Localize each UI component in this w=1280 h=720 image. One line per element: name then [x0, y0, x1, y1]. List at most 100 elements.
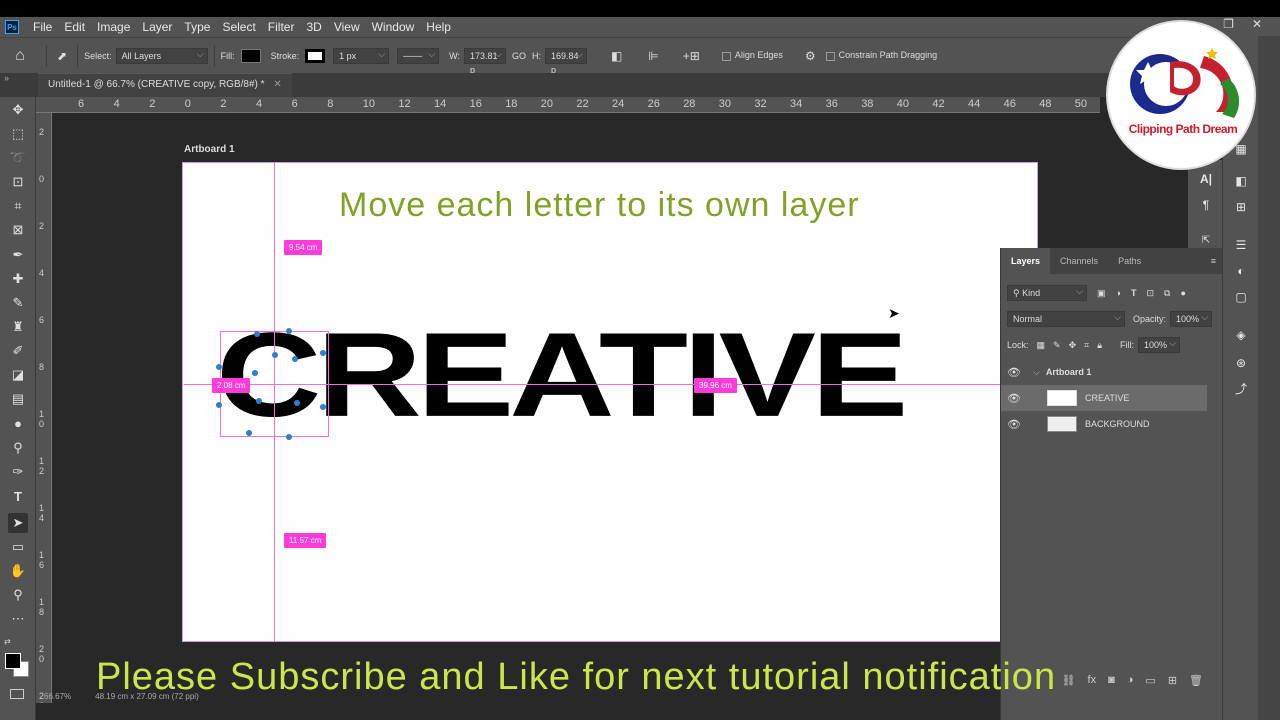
select-dropdown[interactable]: All Layers	[115, 47, 208, 64]
dodge-tool-icon[interactable]: ⚲	[8, 438, 28, 458]
anchor-point[interactable]	[294, 400, 300, 406]
lock-transparent-icon[interactable]: ▦	[1037, 340, 1046, 351]
visibility-eye-icon[interactable]: 👁︎	[1001, 366, 1027, 379]
gradient-tool-icon[interactable]: ▤	[8, 389, 28, 409]
fx-icon[interactable]: fx	[1088, 674, 1097, 686]
anchor-point[interactable]	[252, 370, 258, 376]
eyedropper-tool-icon[interactable]: ✒	[8, 245, 28, 265]
history-brush-tool-icon[interactable]: ✐	[8, 341, 28, 361]
anchor-point[interactable]	[216, 364, 222, 370]
anchor-point[interactable]	[216, 402, 222, 408]
layers-icon[interactable]: ◈	[1232, 326, 1250, 344]
gradients-icon[interactable]: ◧	[1232, 172, 1250, 190]
lock-artboard-icon[interactable]: ⌗	[1084, 340, 1089, 351]
trash-icon[interactable]: 🗑︎	[1189, 674, 1203, 687]
collapse-icon[interactable]: »	[4, 73, 9, 83]
hand-tool-icon[interactable]: ✋	[8, 561, 28, 581]
menu-window[interactable]: Window	[366, 20, 421, 34]
smart-object-filter-icon[interactable]: ⧉	[1164, 288, 1170, 299]
align-edges-checkbox[interactable]	[721, 51, 731, 61]
lasso-tool-icon[interactable]: ➰	[8, 148, 28, 168]
height-field[interactable]: 169.84 p	[544, 47, 587, 75]
zoom-tool-icon[interactable]: ⚲	[8, 585, 28, 605]
patterns-icon[interactable]: ⊞	[1232, 198, 1250, 216]
lock-position-icon[interactable]: ✥	[1069, 340, 1077, 351]
menu-view[interactable]: View	[328, 20, 366, 34]
lock-all-icon[interactable]: 🔒︎	[1097, 340, 1102, 351]
adjustment-filter-icon[interactable]: ◑	[1116, 288, 1121, 298]
lock-image-icon[interactable]: ✎	[1053, 340, 1061, 351]
artboard-label[interactable]: Artboard 1	[184, 144, 235, 155]
blur-tool-icon[interactable]: ●	[8, 414, 28, 434]
eraser-tool-icon[interactable]: ◪	[8, 365, 28, 385]
channels-icon[interactable]: ⊛	[1232, 354, 1250, 372]
path-selection-tool-icon[interactable]: ⬈	[57, 49, 67, 63]
home-icon[interactable]: ⌂	[0, 47, 40, 65]
menu-filter[interactable]: Filter	[262, 20, 301, 34]
quick-mask-icon[interactable]	[10, 689, 24, 699]
blend-mode-dropdown[interactable]: Normal	[1007, 310, 1125, 327]
panel-menu-icon[interactable]: ≡	[1211, 256, 1216, 266]
marquee-tool-icon[interactable]: ⬚	[8, 124, 28, 144]
tab-channels[interactable]: Channels	[1050, 248, 1108, 274]
new-layer-icon[interactable]: ⊞	[1168, 674, 1177, 687]
zoom-level[interactable]: 66.67%	[44, 692, 71, 706]
tab-layers[interactable]: Layers	[1001, 248, 1051, 274]
layer-row-artboard[interactable]: 👁︎ ⌵ Artboard 1	[1001, 359, 1223, 385]
paths-icon[interactable]: ⤴	[1232, 380, 1250, 398]
libraries-icon[interactable]: ▢	[1232, 288, 1250, 306]
path-operations-icon[interactable]: ◧	[611, 49, 622, 63]
stroke-style-dropdown[interactable]: ───	[397, 47, 440, 64]
menu-image[interactable]: Image	[91, 20, 136, 34]
direct-selection-tool-icon[interactable]: ➤	[8, 513, 28, 533]
fill-field[interactable]: 100%	[1138, 336, 1180, 353]
align-edges-option[interactable]: Align Edges	[721, 50, 783, 61]
anchor-point[interactable]	[286, 328, 292, 334]
kind-filter-dropdown[interactable]: ⚲ Kind	[1007, 284, 1087, 301]
stroke-width-dropdown[interactable]: 1 px	[333, 47, 390, 64]
document-tab[interactable]: Untitled-1 @ 66.7% (CREATIVE copy, RGB/8…	[38, 73, 292, 97]
anchor-point[interactable]	[246, 430, 252, 436]
more-tools-icon[interactable]: ⋯	[8, 609, 28, 629]
tab-paths[interactable]: Paths	[1108, 248, 1151, 274]
clone-stamp-tool-icon[interactable]: ♜	[8, 317, 28, 337]
close-tab-icon[interactable]: ✕	[273, 79, 281, 90]
menu-3d[interactable]: 3D	[300, 20, 327, 34]
foreground-color-swatch[interactable]	[5, 653, 21, 669]
anchor-point[interactable]	[320, 404, 326, 410]
fill-swatch[interactable]	[240, 48, 261, 63]
expand-chevron-icon[interactable]: ⌵	[1033, 367, 1040, 378]
anchor-point[interactable]	[286, 434, 292, 440]
gear-icon[interactable]: ⚙	[805, 49, 816, 63]
character-panel-icon[interactable]: A|	[1197, 170, 1215, 188]
anchor-point[interactable]	[256, 398, 262, 404]
new-group-icon[interactable]: ▭	[1145, 674, 1155, 687]
menu-type[interactable]: Type	[178, 20, 216, 34]
layer-row-background[interactable]: 👁︎ BACKGROUND	[1001, 411, 1223, 437]
menu-select[interactable]: Select	[216, 20, 261, 34]
pixel-filter-icon[interactable]: ▣	[1097, 288, 1106, 299]
visibility-eye-icon[interactable]: 👁︎	[1001, 418, 1027, 431]
adjustment-layer-icon[interactable]: ◑	[1127, 674, 1134, 686]
layer-row-creative[interactable]: 👁︎ CREATIVE	[1001, 385, 1207, 411]
anchor-point[interactable]	[320, 350, 326, 356]
menu-file[interactable]: File	[27, 20, 58, 34]
rectangle-tool-icon[interactable]: ▭	[8, 537, 28, 557]
menu-help[interactable]: Help	[420, 20, 457, 34]
filter-toggle-icon[interactable]: ●	[1180, 288, 1185, 298]
anchor-point[interactable]	[254, 331, 260, 337]
visibility-eye-icon[interactable]: 👁︎	[1001, 392, 1027, 405]
type-filter-icon[interactable]: T	[1131, 288, 1137, 298]
properties-icon[interactable]: ☰	[1232, 236, 1250, 254]
menu-layer[interactable]: Layer	[136, 20, 178, 34]
pen-tool-icon[interactable]: ✑	[8, 462, 28, 482]
swap-colors-icon[interactable]: ⇄	[4, 637, 11, 646]
link-layers-icon[interactable]: ⛓	[1062, 674, 1076, 687]
move-tool-icon[interactable]: ✥	[8, 100, 28, 120]
menu-edit[interactable]: Edit	[58, 20, 91, 34]
path-alignment-icon[interactable]: ⊫	[648, 49, 658, 63]
anchor-point[interactable]	[292, 356, 298, 362]
link-icon[interactable]: GO	[512, 51, 526, 61]
healing-brush-tool-icon[interactable]: ✚	[8, 269, 28, 289]
paragraph-panel-icon[interactable]: ¶	[1197, 196, 1215, 214]
